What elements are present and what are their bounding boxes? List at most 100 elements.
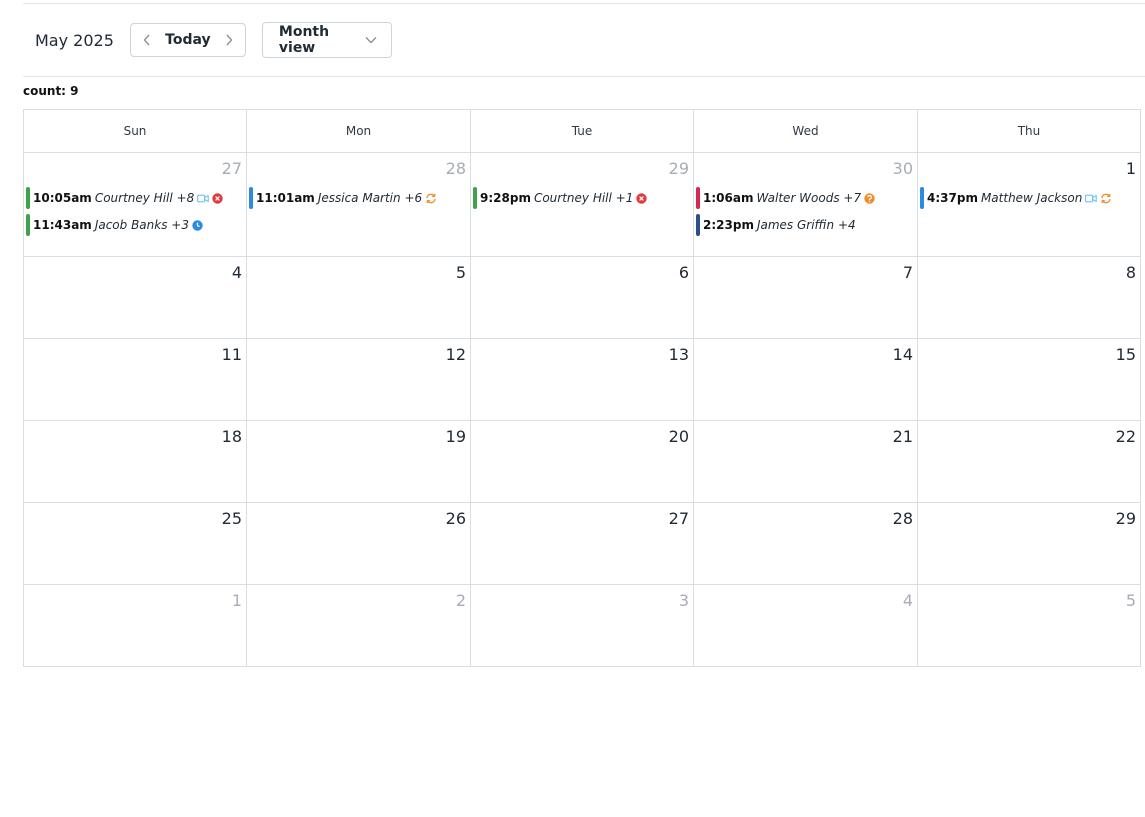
event-title: Matthew Jackson [980, 191, 1083, 205]
day-number[interactable]: 20 [669, 427, 689, 446]
event-color-bar [473, 187, 477, 209]
day-number[interactable]: 29 [1116, 509, 1136, 528]
day-number[interactable]: 4 [903, 591, 913, 610]
calendar-event[interactable]: 4:37pm Matthew Jackson [920, 187, 1138, 209]
day-cell[interactable]: 13 [471, 339, 694, 421]
day-number[interactable]: 12 [446, 345, 466, 364]
clock-icon [192, 219, 203, 231]
day-number[interactable]: 21 [893, 427, 913, 446]
weekday-header-sun: Sun [24, 109, 247, 153]
chevron-left-icon[interactable] [141, 34, 153, 46]
day-cell[interactable]: 7 [694, 257, 918, 339]
day-number[interactable]: 25 [222, 509, 242, 528]
recurring-icon [425, 193, 437, 204]
day-number[interactable]: 5 [1126, 591, 1136, 610]
day-cell[interactable]: 25 [24, 503, 247, 585]
day-cell[interactable]: 21 [694, 421, 918, 503]
weekday-header-row: Sun Mon Tue Wed Thu [24, 109, 1145, 153]
day-cell[interactable]: 29 9:28pm Courtney Hill +1 [471, 153, 694, 257]
day-number[interactable]: 22 [1116, 427, 1136, 446]
week-row: 25 26 27 28 29 [24, 503, 1145, 585]
day-number[interactable]: 27 [669, 509, 689, 528]
day-cell[interactable]: 18 [24, 421, 247, 503]
day-number[interactable]: 7 [903, 263, 913, 282]
day-cell[interactable]: 11 [24, 339, 247, 421]
event-list: 1:06am Walter Woods +7 2:23pm James Griffin… [696, 187, 915, 241]
day-cell[interactable]: 3 [471, 585, 694, 667]
cancelled-icon [636, 192, 648, 204]
day-cell[interactable]: 28 [694, 503, 918, 585]
event-color-bar [26, 214, 30, 236]
day-cell[interactable]: 1 [24, 585, 247, 667]
day-number[interactable]: 1 [1126, 159, 1136, 178]
video-icon [1085, 194, 1098, 203]
day-cell[interactable]: 4 [24, 257, 247, 339]
calendar-event[interactable]: 10:05am Courtney Hill +8 [26, 187, 244, 209]
month-title: May 2025 [35, 30, 114, 50]
weekday-header-thu: Thu [918, 109, 1141, 153]
day-cell[interactable]: 27 10:05am Courtney Hill +8 11:43am Jacob Ba… [24, 153, 247, 257]
day-cell[interactable]: 26 [247, 503, 471, 585]
week-row: 11 12 13 14 15 [24, 339, 1145, 421]
calendar-event[interactable]: 1:06am Walter Woods +7 [696, 187, 915, 209]
weekday-header-mon: Mon [247, 109, 471, 153]
chevron-right-icon[interactable] [223, 34, 235, 46]
day-number[interactable]: 14 [893, 345, 913, 364]
day-cell[interactable]: 5 [918, 585, 1141, 667]
day-number[interactable]: 30 [893, 159, 913, 178]
day-number[interactable]: 29 [669, 159, 689, 178]
calendar-event[interactable]: 11:01am Jessica Martin +6 [249, 187, 468, 209]
recurring-icon [1100, 193, 1112, 204]
day-number[interactable]: 18 [222, 427, 242, 446]
day-number[interactable]: 4 [232, 263, 242, 282]
day-number[interactable]: 19 [446, 427, 466, 446]
day-number[interactable]: 2 [456, 591, 466, 610]
top-divider [23, 3, 1145, 4]
day-cell[interactable]: 20 [471, 421, 694, 503]
day-number[interactable]: 28 [893, 509, 913, 528]
day-number[interactable]: 6 [679, 263, 689, 282]
day-cell[interactable]: 2 [247, 585, 471, 667]
day-cell[interactable]: 27 [471, 503, 694, 585]
day-cell[interactable]: 12 [247, 339, 471, 421]
today-button[interactable]: Today [165, 32, 210, 48]
day-cell[interactable]: 4 [694, 585, 918, 667]
day-number[interactable]: 8 [1126, 263, 1136, 282]
day-number[interactable]: 1 [232, 591, 242, 610]
calendar-toolbar: May 2025 Today Month view [23, 22, 1145, 58]
day-number[interactable]: 15 [1116, 345, 1136, 364]
day-number[interactable]: 3 [679, 591, 689, 610]
weekday-header-wed: Wed [694, 109, 918, 153]
event-color-bar [696, 187, 700, 209]
day-cell[interactable]: 8 [918, 257, 1141, 339]
day-cell[interactable]: 5 [247, 257, 471, 339]
day-cell[interactable]: 1 4:37pm Matthew Jackson [918, 153, 1141, 257]
day-number[interactable]: 11 [222, 345, 242, 364]
event-color-bar [26, 187, 30, 209]
day-cell[interactable]: 30 1:06am Walter Woods +7 2:23pm James Griff… [694, 153, 918, 257]
day-number[interactable]: 27 [222, 159, 242, 178]
day-number[interactable]: 5 [456, 263, 466, 282]
day-cell[interactable]: 29 [918, 503, 1141, 585]
event-list: 10:05am Courtney Hill +8 11:43am Jacob Bank… [26, 187, 244, 241]
day-cell[interactable]: 14 [694, 339, 918, 421]
day-number[interactable]: 26 [446, 509, 466, 528]
calendar-event[interactable]: 2:23pm James Griffin +4 [696, 214, 915, 236]
event-title: Jacob Banks +3 [94, 218, 189, 232]
day-cell[interactable]: 15 [918, 339, 1141, 421]
day-cell[interactable]: 22 [918, 421, 1141, 503]
day-number[interactable]: 28 [446, 159, 466, 178]
event-time: 11:01am [256, 191, 315, 205]
calendar-event[interactable]: 9:28pm Courtney Hill +1 [473, 187, 691, 209]
event-time: 9:28pm [480, 191, 531, 205]
chevron-down-icon [365, 32, 377, 48]
event-title: Walter Woods +7 [756, 191, 862, 205]
day-cell[interactable]: 28 11:01am Jessica Martin +6 [247, 153, 471, 257]
toolbar-divider [23, 76, 1145, 77]
calendar-event[interactable]: 11:43am Jacob Banks +3 [26, 214, 244, 236]
day-number[interactable]: 13 [669, 345, 689, 364]
day-cell[interactable]: 19 [247, 421, 471, 503]
view-select-button[interactable]: Month view [261, 22, 392, 58]
day-cell[interactable]: 6 [471, 257, 694, 339]
event-color-bar [696, 214, 700, 236]
